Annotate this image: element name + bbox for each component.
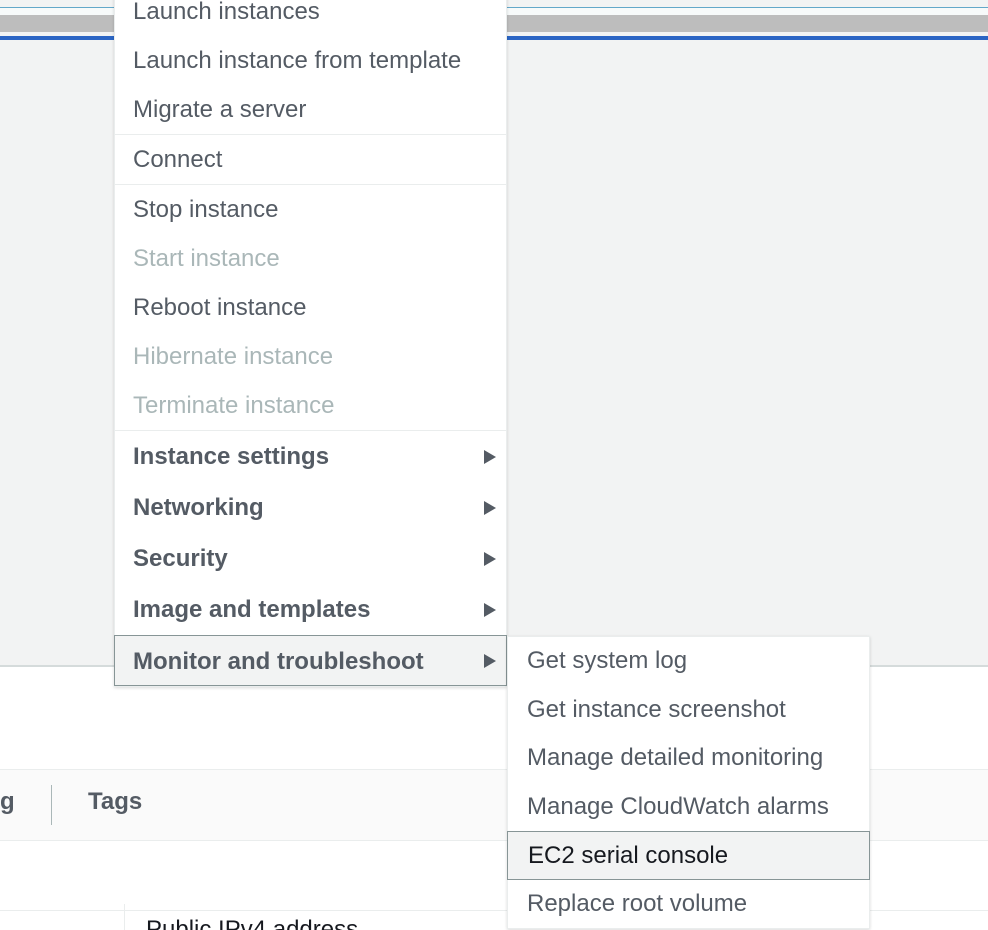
menu-item-label: Stop instance	[133, 196, 279, 223]
menu-item-start-instance: Start instance	[115, 234, 506, 283]
menu-item-networking[interactable]: Networking	[115, 482, 506, 533]
menu-item-terminate-instance: Terminate instance	[115, 381, 506, 430]
table-column-separator	[124, 904, 125, 930]
submenu-item-replace-root-volume[interactable]: Replace root volume	[508, 880, 869, 929]
menu-item-label: Networking	[133, 494, 264, 521]
menu-item-reboot-instance[interactable]: Reboot instance	[115, 283, 506, 332]
menu-item-label: Hibernate instance	[133, 343, 334, 370]
menu-item-label: Migrate a server	[133, 96, 307, 123]
menu-group-connect: Connect	[115, 135, 506, 185]
submenu-item-manage-detailed-monitoring[interactable]: Manage detailed monitoring	[508, 734, 869, 783]
menu-item-connect[interactable]: Connect	[115, 135, 506, 184]
table-cell-partial: Public IPv4 address	[146, 918, 358, 930]
submenu-item-ec2-serial-console[interactable]: EC2 serial console	[507, 831, 870, 880]
menu-item-stop-instance[interactable]: Stop instance	[115, 185, 506, 234]
menu-item-label: Launch instances	[133, 0, 320, 25]
menu-item-monitor-and-troubleshoot[interactable]: Monitor and troubleshoot	[114, 635, 507, 686]
submenu-arrow-icon	[484, 500, 496, 515]
submenu-item-get-system-log[interactable]: Get system log	[508, 637, 869, 686]
submenu-arrow-icon	[484, 449, 496, 464]
menu-item-label: Monitor and troubleshoot	[133, 648, 424, 675]
menu-item-label: Security	[133, 545, 228, 572]
tab-tags[interactable]: Tags	[88, 788, 142, 816]
menu-item-migrate-server[interactable]: Migrate a server	[115, 85, 506, 134]
menu-item-launch-from-template[interactable]: Launch instance from template	[115, 36, 506, 85]
menu-item-security[interactable]: Security	[115, 533, 506, 584]
submenu-arrow-icon	[484, 653, 496, 668]
instance-actions-menu: Launch instances Launch instance from te…	[114, 0, 507, 687]
menu-item-label: Connect	[133, 146, 223, 173]
menu-group-instance-state: Stop instance Start instance Reboot inst…	[115, 185, 506, 431]
menu-item-hibernate-instance: Hibernate instance	[115, 332, 506, 381]
menu-item-label: Reboot instance	[133, 294, 307, 321]
menu-item-launch-instances[interactable]: Launch instances	[115, 0, 506, 36]
menu-item-label: Start instance	[133, 245, 280, 272]
menu-group-submenus: Instance settings Networking Security Im…	[114, 431, 507, 686]
menu-item-label: Terminate instance	[133, 392, 335, 419]
monitor-troubleshoot-submenu: Get system log Get instance screenshot M…	[507, 636, 870, 929]
menu-item-label: Image and templates	[133, 596, 371, 623]
submenu-arrow-icon	[484, 602, 496, 617]
menu-item-label: Launch instance from template	[133, 47, 462, 74]
tab-separator	[51, 785, 52, 825]
tab-monitoring-partial[interactable]: g	[0, 788, 15, 816]
menu-group-launch: Launch instances Launch instance from te…	[115, 0, 506, 135]
submenu-item-get-instance-screenshot[interactable]: Get instance screenshot	[508, 686, 869, 735]
menu-item-image-and-templates[interactable]: Image and templates	[115, 584, 506, 635]
menu-item-instance-settings[interactable]: Instance settings	[115, 431, 506, 482]
submenu-arrow-icon	[484, 551, 496, 566]
submenu-item-manage-cloudwatch-alarms[interactable]: Manage CloudWatch alarms	[508, 783, 869, 832]
menu-item-label: Instance settings	[133, 443, 330, 470]
